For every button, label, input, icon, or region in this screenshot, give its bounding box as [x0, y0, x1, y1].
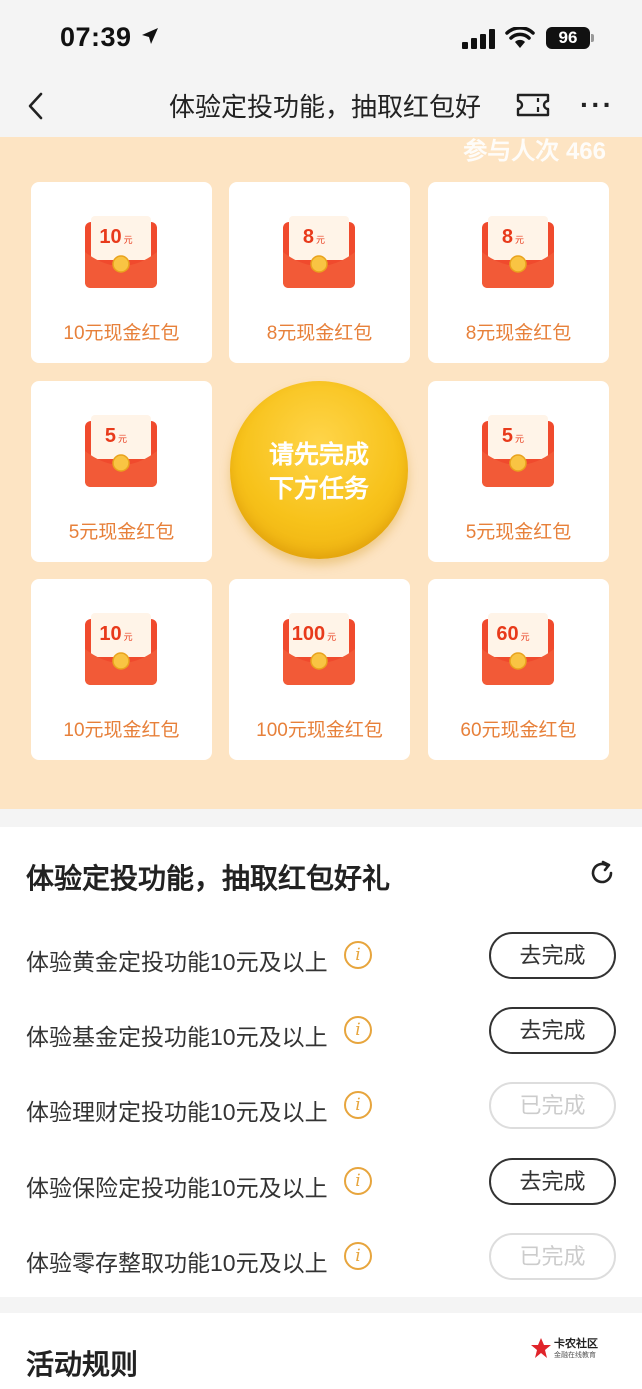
prize-label: 5元现金红包 [465, 522, 572, 543]
draw-button[interactable]: 请先完成 下方任务 [230, 381, 408, 559]
prize-cell: 10 元 10元现金红包 [31, 182, 212, 363]
prize-cell: 8元 8元现金红包 [428, 182, 609, 363]
prize-amount: 10 元 [99, 226, 133, 248]
info-icon[interactable]: i [344, 1167, 372, 1195]
task-section-title: 体验定投功能，抽取红包好礼 [26, 863, 391, 894]
prize-label: 60元现金红包 [460, 720, 577, 741]
kanong-logo-icon [531, 1338, 551, 1358]
prize-amount: 100 元 [291, 623, 337, 645]
prize-label: 10元现金红包 [63, 323, 180, 344]
battery-tip [591, 34, 594, 42]
task-done-button: 已完成 [489, 1233, 616, 1280]
prize-label: 5元现金红包 [68, 522, 175, 543]
prize-cell: 5元 5元现金红包 [428, 381, 609, 562]
back-arrow-icon[interactable] [22, 89, 52, 123]
prize-amount: 8元 [501, 226, 525, 248]
task-label: 体验保险定投功能10元及以上 [26, 1175, 328, 1201]
task-row: 体验黄金定投功能10元及以上 i 去完成 [0, 923, 642, 997]
prize-amount: 10 元 [99, 623, 133, 645]
page-title: 体验定投功能，抽取红包好 [168, 92, 481, 122]
location-arrow-icon [142, 28, 158, 44]
ticket-icon[interactable] [516, 93, 550, 117]
refresh-icon[interactable] [588, 859, 616, 887]
lottery-panel: 参与人次 466 10 元 10元现金红包 8元 8元现金红包 8元 8元现金红包 [0, 137, 642, 809]
info-icon[interactable]: i [344, 1091, 372, 1119]
prize-cell: 10 元 10元现金红包 [31, 579, 212, 760]
prize-label: 8元现金红包 [266, 323, 373, 344]
task-label: 体验基金定投功能10元及以上 [26, 1024, 328, 1050]
prize-cell: 5元 5元现金红包 [31, 381, 212, 562]
cellular-signal-icon [462, 29, 495, 49]
info-icon[interactable]: i [344, 1242, 372, 1270]
prize-cell: 100 元 100元现金红包 [229, 579, 410, 760]
prize-amount: 5元 [501, 425, 525, 447]
wifi-icon [505, 27, 535, 48]
task-label: 体验零存整取功能10元及以上 [26, 1250, 328, 1276]
prize-cell: 60 元 60元现金红包 [428, 579, 609, 760]
prize-amount: 60 元 [496, 623, 530, 645]
task-row: 体验基金定投功能10元及以上 i 去完成 [0, 998, 642, 1072]
battery-icon: 96 [546, 27, 590, 49]
status-bar: 07:39 96 [0, 0, 642, 75]
task-done-button: 已完成 [489, 1082, 616, 1129]
watermark-subtitle: 金融在线教育 [554, 1352, 596, 1359]
task-go-button[interactable]: 去完成 [489, 1158, 616, 1205]
task-row: 体验零存整取功能10元及以上 i 已完成 [0, 1224, 642, 1298]
status-time: 07:39 [60, 22, 132, 52]
task-go-button[interactable]: 去完成 [489, 1007, 616, 1054]
watermark-title: 卡农社区 [554, 1338, 598, 1350]
prize-amount: 5元 [104, 425, 128, 447]
draw-button-line2: 下方任务 [268, 475, 369, 503]
task-section: 体验定投功能，抽取红包好礼 体验黄金定投功能10元及以上 i 去完成 体验基金定… [0, 827, 642, 1297]
task-row: 体验理财定投功能10元及以上 i 已完成 [0, 1073, 642, 1147]
prize-label: 10元现金红包 [63, 720, 180, 741]
battery-level: 96 [558, 28, 578, 47]
info-icon[interactable]: i [344, 941, 372, 969]
task-row: 体验保险定投功能10元及以上 i 去完成 [0, 1149, 642, 1223]
rules-section: 活动规则 卡农社区 金融在线教育 [0, 1313, 642, 1389]
task-label: 体验理财定投功能10元及以上 [26, 1099, 328, 1125]
rules-title: 活动规则 [26, 1349, 139, 1380]
more-options-icon[interactable]: ··· [580, 89, 614, 121]
info-icon[interactable]: i [344, 1016, 372, 1044]
task-go-button[interactable]: 去完成 [489, 932, 616, 979]
task-label: 体验黄金定投功能10元及以上 [26, 949, 328, 975]
prize-amount: 8元 [302, 226, 326, 248]
participant-count: 参与人次 466 [463, 138, 606, 165]
nav-bar: 体验定投功能，抽取红包好 ··· [0, 75, 642, 137]
prize-label: 8元现金红包 [465, 323, 572, 344]
prize-cell: 8元 8元现金红包 [229, 182, 410, 363]
prize-label: 100元现金红包 [256, 720, 383, 741]
draw-button-line1: 请先完成 [268, 441, 369, 469]
